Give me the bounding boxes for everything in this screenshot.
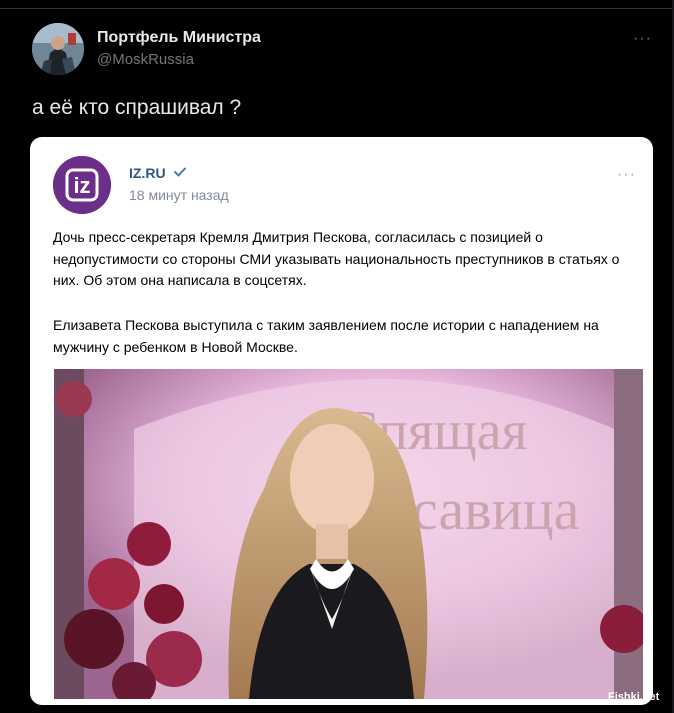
verified-icon — [174, 167, 186, 177]
card-more-icon[interactable]: ··· — [617, 166, 636, 184]
post-paragraph-1: Дочь пресс-секретаря Кремля Дмитрия Песк… — [53, 229, 620, 288]
watermark: Fishki.net — [608, 691, 660, 703]
top-divider — [0, 8, 674, 9]
source-name[interactable]: IZ.RU — [129, 165, 166, 181]
tweet-more-icon[interactable]: ··· — [633, 30, 655, 47]
tweet-text: а её кто спрашивал ? — [32, 96, 242, 119]
author-avatar[interactable] — [32, 23, 84, 75]
post-paragraph-2: Елизавета Пескова выступила с таким заяв… — [53, 317, 599, 355]
author-name[interactable]: Портфель Министра — [97, 29, 261, 47]
logo-text: iz — [73, 173, 90, 198]
author-handle[interactable]: @MoskRussia — [97, 51, 194, 68]
embedded-post-card[interactable]: iz IZ.RU 18 минут назад ··· Дочь пресс-с… — [30, 137, 653, 705]
source-logo[interactable]: iz — [53, 156, 111, 214]
post-time[interactable]: 18 минут назад — [129, 187, 229, 203]
post-photo[interactable]: Спящая Красавица — [54, 369, 643, 699]
